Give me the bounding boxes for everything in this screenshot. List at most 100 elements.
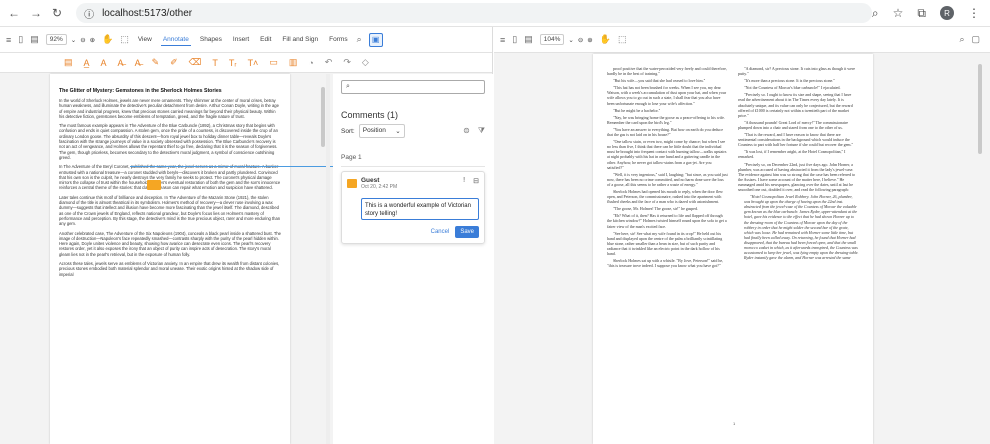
forward-icon[interactable]: →	[30, 6, 42, 20]
file-icon[interactable]: ▤	[524, 34, 533, 45]
squiggly-icon[interactable]: A	[101, 58, 107, 68]
flag-icon[interactable]: !	[463, 177, 465, 185]
tab-fill-and-sign[interactable]: Fill and Sign	[280, 34, 320, 45]
text-column: "A diamond, sir? A precious stone. It cu…	[738, 66, 859, 432]
address-bar[interactable]: ⓘ localhost:5173/other	[76, 3, 872, 23]
more-icon[interactable]: ⊟	[473, 177, 479, 185]
document-paragraph: proof positive that the water-peroxided …	[607, 66, 727, 77]
sidebar-toggle-icon[interactable]: ▯	[512, 34, 517, 45]
star-icon[interactable]: ☆	[893, 6, 904, 20]
comment-timestamp: Oct 20, 2:42 PM	[361, 184, 398, 190]
document-paragraph: "That is the reward, and I have reason t…	[738, 132, 854, 148]
search-icon[interactable]: ⌕	[959, 34, 964, 45]
hamburger-icon[interactable]: ≡	[500, 35, 505, 45]
menu-icon[interactable]: ⋮	[968, 6, 980, 20]
scrollbar[interactable]	[978, 64, 982, 154]
scrollbar[interactable]	[321, 87, 325, 147]
file-icon[interactable]: ▤	[30, 34, 39, 45]
note-icon[interactable]: ▥	[289, 57, 298, 68]
pan-icon[interactable]: ✋	[102, 34, 113, 45]
zoom-out-icon[interactable]: ⊖	[578, 36, 583, 44]
pen-icon[interactable]: ✎	[152, 57, 160, 68]
zoom-value[interactable]: 92%	[45, 34, 67, 45]
document-paragraph: "Not the Countess of Morcar's blue carbu…	[744, 85, 841, 91]
text-column: proof positive that the water-peroxided …	[607, 66, 728, 432]
extensions-icon[interactable]: ⧉	[917, 6, 926, 21]
zoom-out-icon[interactable]: ⊖	[80, 36, 85, 44]
search-icon: ⌕	[346, 83, 350, 90]
document-paragraph: "Precisely so. I ought to know its size …	[738, 92, 853, 118]
tab-view[interactable]: View	[136, 34, 154, 45]
document-paragraph: "Nay, he was bringing home the goose as …	[607, 114, 725, 125]
underline-icon[interactable]: A̲	[84, 58, 90, 68]
add-comment-icon[interactable]: ⊜	[463, 126, 470, 136]
sort-select[interactable]: Position ⌄	[358, 124, 405, 138]
sidebar-toggle-icon[interactable]: ▯	[18, 34, 23, 45]
url-text: localhost:5173/other	[102, 7, 193, 19]
browser-chrome: ← → ↻ ⓘ localhost:5173/other ⌕ ☆ ⧉ R ⋮	[0, 0, 990, 27]
cancel-button[interactable]: Cancel	[431, 229, 450, 235]
document-paragraph: "See here, sir! See what my wife found i…	[607, 230, 723, 256]
marker-icon[interactable]: ✐	[170, 57, 178, 68]
pan-icon[interactable]: ✋	[600, 34, 611, 45]
text-replace-icon[interactable]: Tᵣ	[229, 58, 237, 68]
comment-textarea[interactable]: This is a wonderful example of Victorian…	[361, 198, 479, 220]
comment-icon[interactable]: ▢	[971, 34, 980, 45]
document-paragraph: "But his wife—you said that she had ceas…	[613, 78, 706, 84]
chevron-down-icon[interactable]: ⌄	[71, 36, 76, 44]
comments-sidebar: ⌕ Comments (1) Sort: Position ⌄ ⊜ ⧩ Page…	[333, 74, 493, 444]
clear-icon[interactable]: ◇	[362, 57, 369, 68]
tab-edit[interactable]: Edit	[258, 34, 273, 45]
right-toolbar: ≡ ▯ ▤ 104% ⌄ ⊖ ⊕ ✋ ⬚ ⌕ ▢	[494, 27, 990, 53]
comment-marker-icon[interactable]	[147, 180, 161, 190]
browser-actions: ⌕ ☆ ⧉ R ⋮	[872, 6, 980, 21]
search-icon[interactable]: ⌕	[357, 34, 362, 45]
zoom-control: 104% ⌄ ⊖ ⊕	[539, 34, 593, 45]
back-icon[interactable]: ←	[8, 6, 20, 20]
hamburger-icon[interactable]: ≡	[6, 35, 11, 45]
save-button[interactable]: Save	[455, 226, 479, 238]
comment-connector	[130, 166, 344, 167]
strikethrough-icon[interactable]: A̶	[135, 58, 141, 68]
text-icon[interactable]: T	[212, 58, 218, 68]
filter-icon[interactable]: ⧩	[478, 126, 485, 136]
search-input[interactable]: ⌕	[341, 80, 485, 94]
document-page: The Glitter of Mystery: Gemstones in the…	[50, 74, 290, 444]
document-paragraph: In the world of Sherlock Holmes, jewels …	[59, 98, 279, 119]
tab-annotate[interactable]: Annotate	[160, 34, 191, 46]
document-paragraph: Later tales continue this motif of brill…	[59, 194, 281, 227]
zoom-value[interactable]: 104%	[539, 34, 565, 45]
site-info-icon[interactable]: ⓘ	[84, 6, 94, 21]
splitter-handle[interactable]	[326, 74, 330, 444]
highlight-icon[interactable]: ▤	[64, 57, 73, 68]
tab-shapes[interactable]: Shapes	[198, 34, 224, 45]
document-paragraph: "This hat has not been brushed for weeks…	[607, 85, 727, 106]
color-icon[interactable]: ◔	[308, 58, 313, 68]
comments-toggle-icon[interactable]: ▣	[368, 32, 383, 47]
reload-icon[interactable]: ↻	[52, 6, 62, 20]
left-viewer: ≡ ▯ ▤ 92% ⌄ ⊖ ⊕ ✋ ⬚ View Annotate Shapes…	[0, 27, 493, 444]
zoom-in-icon[interactable]: ⊕	[587, 36, 592, 44]
select-icon[interactable]: ⬚	[120, 34, 129, 45]
chevron-down-icon[interactable]: ⌄	[568, 36, 573, 44]
document-title: The Glitter of Mystery: Gemstones in the…	[59, 88, 222, 94]
tab-insert[interactable]: Insert	[231, 34, 251, 45]
avatar[interactable]: R	[940, 6, 954, 20]
tab-forms[interactable]: Forms	[327, 34, 349, 45]
zoom-icon[interactable]: ⌕	[872, 6, 879, 21]
eraser-icon[interactable]: ⌫	[189, 57, 202, 68]
document-paragraph: "The goose, Mr. Holmes! The goose, sir!"…	[613, 206, 698, 212]
zoom-in-icon[interactable]: ⊕	[90, 36, 95, 44]
undo-icon[interactable]: ↶	[325, 57, 333, 68]
document-paragraph: "But he might be a bachelor."	[613, 107, 661, 113]
comments-title: Comments (1)	[341, 110, 399, 120]
text-insert-icon[interactable]: T˄	[248, 58, 259, 68]
comment-icon[interactable]: ▭	[269, 57, 278, 68]
select-icon[interactable]: ⬚	[618, 34, 627, 45]
strikeout-icon[interactable]: A̶	[118, 58, 124, 68]
sort-value: Position	[362, 127, 386, 134]
redo-icon[interactable]: ↷	[343, 57, 351, 68]
comment-card[interactable]: Guest Oct 20, 2:42 PM ! ⊟ This is a wond…	[341, 171, 485, 244]
document-paragraph: "It was lost, if I remember aright, at t…	[738, 149, 846, 160]
document-paragraph: "Precisely so, on December 22nd, just fi…	[738, 161, 856, 192]
